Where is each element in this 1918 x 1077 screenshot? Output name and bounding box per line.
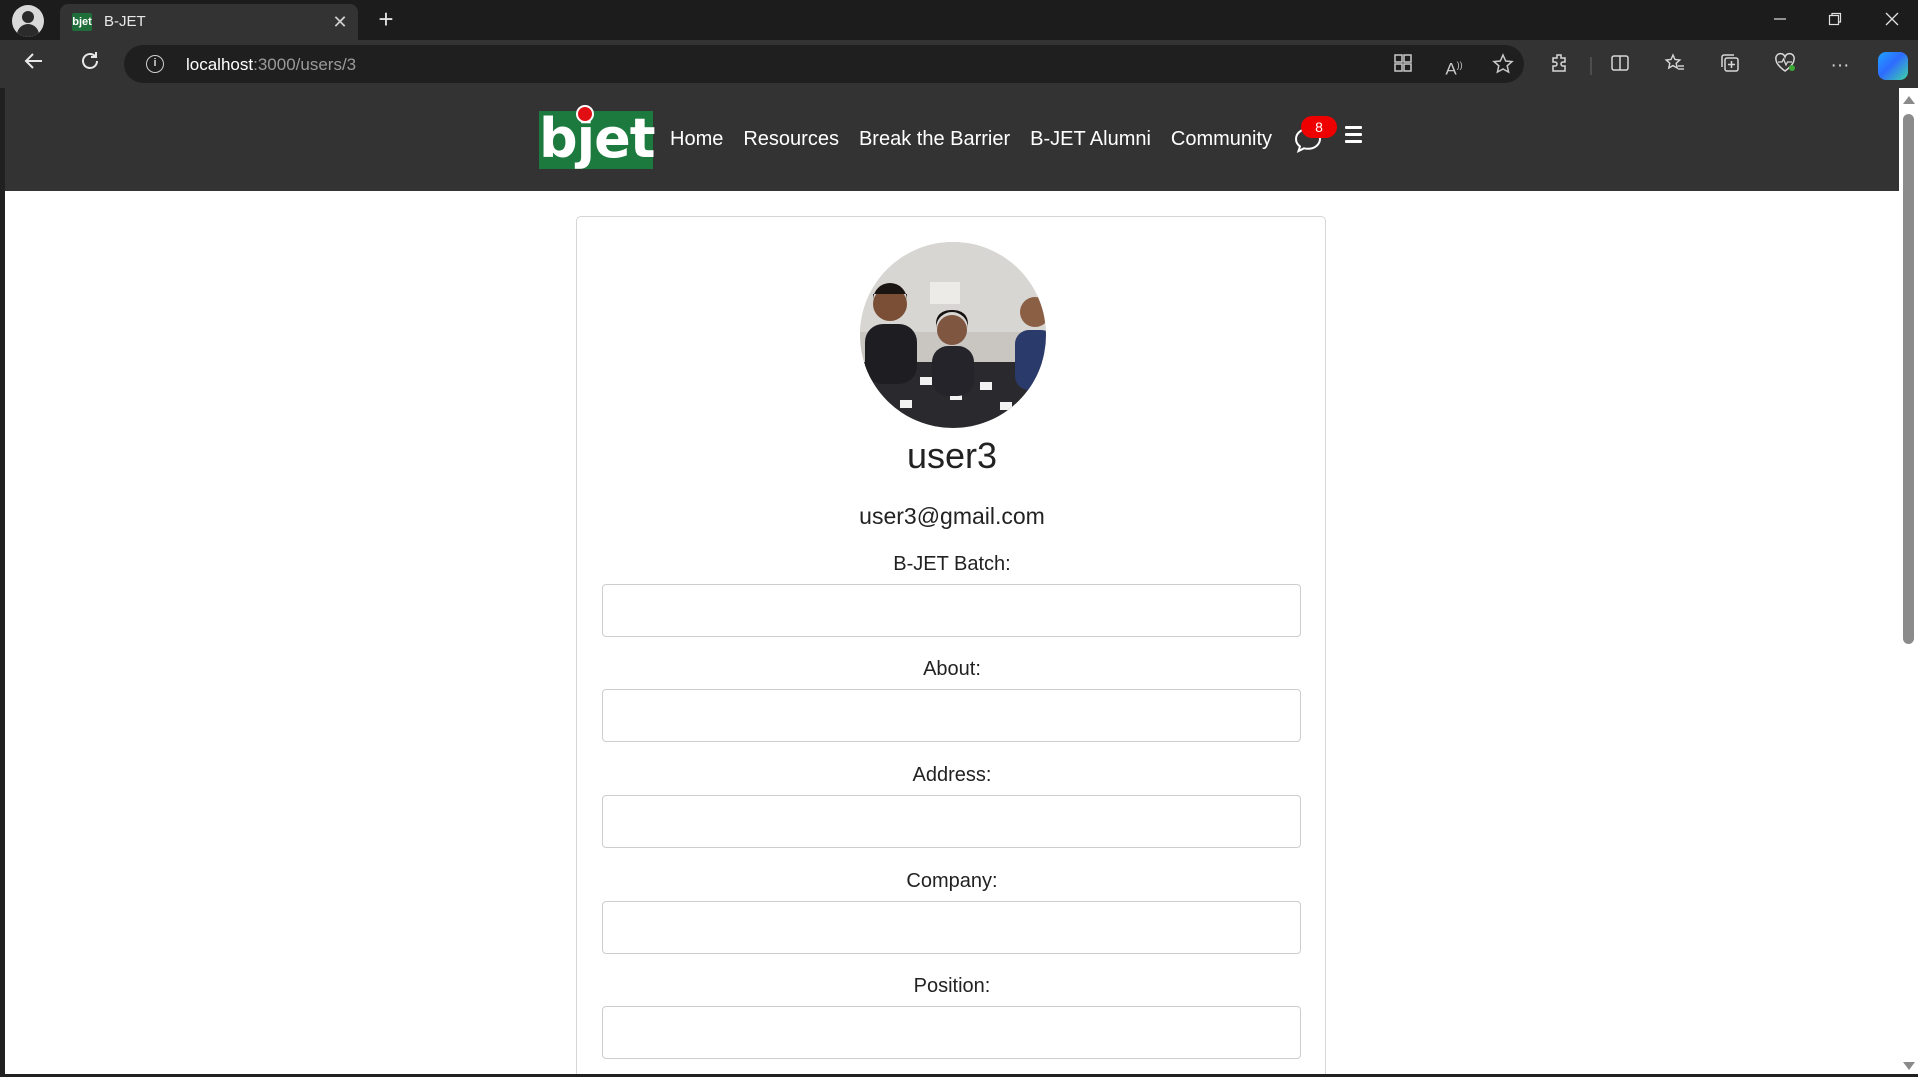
notification-badge: 8 bbox=[1301, 116, 1337, 138]
profile-username: user3 bbox=[906, 435, 998, 476]
address-input[interactable] bbox=[602, 795, 1301, 848]
profile-card: user3 user3@gmail.com B-JET Batch: About… bbox=[576, 216, 1326, 1074]
nav-links: Home Resources Break the Barrier B-JET A… bbox=[670, 124, 1292, 154]
browser-essentials-icon[interactable] bbox=[1771, 52, 1799, 80]
tab-favicon-icon: bjet bbox=[72, 13, 92, 31]
logo-dot-icon bbox=[576, 105, 594, 123]
nav-link-community[interactable]: Community bbox=[1171, 124, 1272, 154]
back-icon[interactable] bbox=[17, 48, 51, 82]
site-navbar: bjet Home Resources Break the Barrier B-… bbox=[5, 88, 1899, 191]
url-host: localhost bbox=[186, 55, 254, 74]
window-close-icon[interactable] bbox=[1872, 4, 1912, 36]
new-tab-button[interactable]: + bbox=[372, 6, 400, 34]
restore-icon[interactable] bbox=[1815, 4, 1855, 36]
company-input[interactable] bbox=[602, 901, 1301, 954]
more-options-icon[interactable]: ··· bbox=[1826, 52, 1854, 80]
nav-link-break-the-barrier[interactable]: Break the Barrier bbox=[859, 124, 1010, 154]
browser-tab-bar: bjet B-JET ✕ + bbox=[0, 0, 1918, 40]
minimize-icon[interactable] bbox=[1760, 4, 1800, 36]
logo-text: bjet bbox=[539, 107, 656, 170]
read-aloud-icon[interactable]: A)) bbox=[1442, 53, 1466, 79]
label-position: Position: bbox=[913, 975, 991, 997]
profile-email: user3@gmail.com bbox=[859, 503, 1045, 529]
scroll-up-arrow-icon[interactable] bbox=[1903, 96, 1915, 104]
collections-icon[interactable] bbox=[1716, 52, 1744, 80]
address-bar[interactable]: i localhost:3000/users/3 A)) bbox=[124, 45, 1524, 83]
about-input[interactable] bbox=[602, 689, 1301, 742]
scroll-thumb[interactable] bbox=[1903, 114, 1914, 644]
favorites-icon[interactable] bbox=[1661, 52, 1689, 80]
label-address: Address: bbox=[912, 764, 992, 786]
extensions-icon[interactable] bbox=[1546, 52, 1574, 80]
page-viewport: bjet Home Resources Break the Barrier B-… bbox=[5, 88, 1899, 1074]
url-text[interactable]: localhost:3000/users/3 bbox=[186, 55, 356, 75]
label-about: About: bbox=[923, 658, 981, 680]
bjet-batch-input[interactable] bbox=[602, 584, 1301, 637]
page-scrollbar[interactable] bbox=[1899, 88, 1918, 1074]
profile-avatar bbox=[860, 242, 1046, 428]
tab-title: B-JET bbox=[104, 13, 146, 30]
app-available-icon[interactable] bbox=[1391, 53, 1415, 77]
bjet-logo[interactable]: bjet bbox=[539, 105, 656, 170]
tab-close-icon[interactable]: ✕ bbox=[328, 10, 352, 34]
browser-toolbar: i localhost:3000/users/3 A)) | ··· bbox=[0, 40, 1918, 88]
copilot-icon[interactable] bbox=[1878, 52, 1908, 80]
split-screen-icon[interactable] bbox=[1606, 52, 1634, 80]
refresh-icon[interactable] bbox=[73, 48, 107, 82]
label-company: Company: bbox=[906, 870, 998, 892]
url-path: :3000/users/3 bbox=[253, 55, 357, 74]
nav-link-resources[interactable]: Resources bbox=[743, 124, 839, 154]
profile-avatar-icon[interactable] bbox=[12, 5, 44, 37]
info-icon[interactable]: i bbox=[146, 55, 164, 73]
label-bjet-batch: B-JET Batch: bbox=[893, 553, 1011, 575]
browser-tab-active[interactable]: bjet B-JET ✕ bbox=[60, 4, 358, 40]
position-input[interactable] bbox=[602, 1006, 1301, 1059]
hamburger-menu-icon[interactable] bbox=[1345, 126, 1367, 150]
nav-link-bjet-alumni[interactable]: B-JET Alumni bbox=[1030, 124, 1151, 154]
scroll-down-arrow-icon[interactable] bbox=[1903, 1062, 1915, 1070]
nav-link-home[interactable]: Home bbox=[670, 124, 723, 154]
toolbar-divider: | bbox=[1588, 55, 1594, 76]
favorite-star-icon[interactable] bbox=[1491, 53, 1515, 77]
